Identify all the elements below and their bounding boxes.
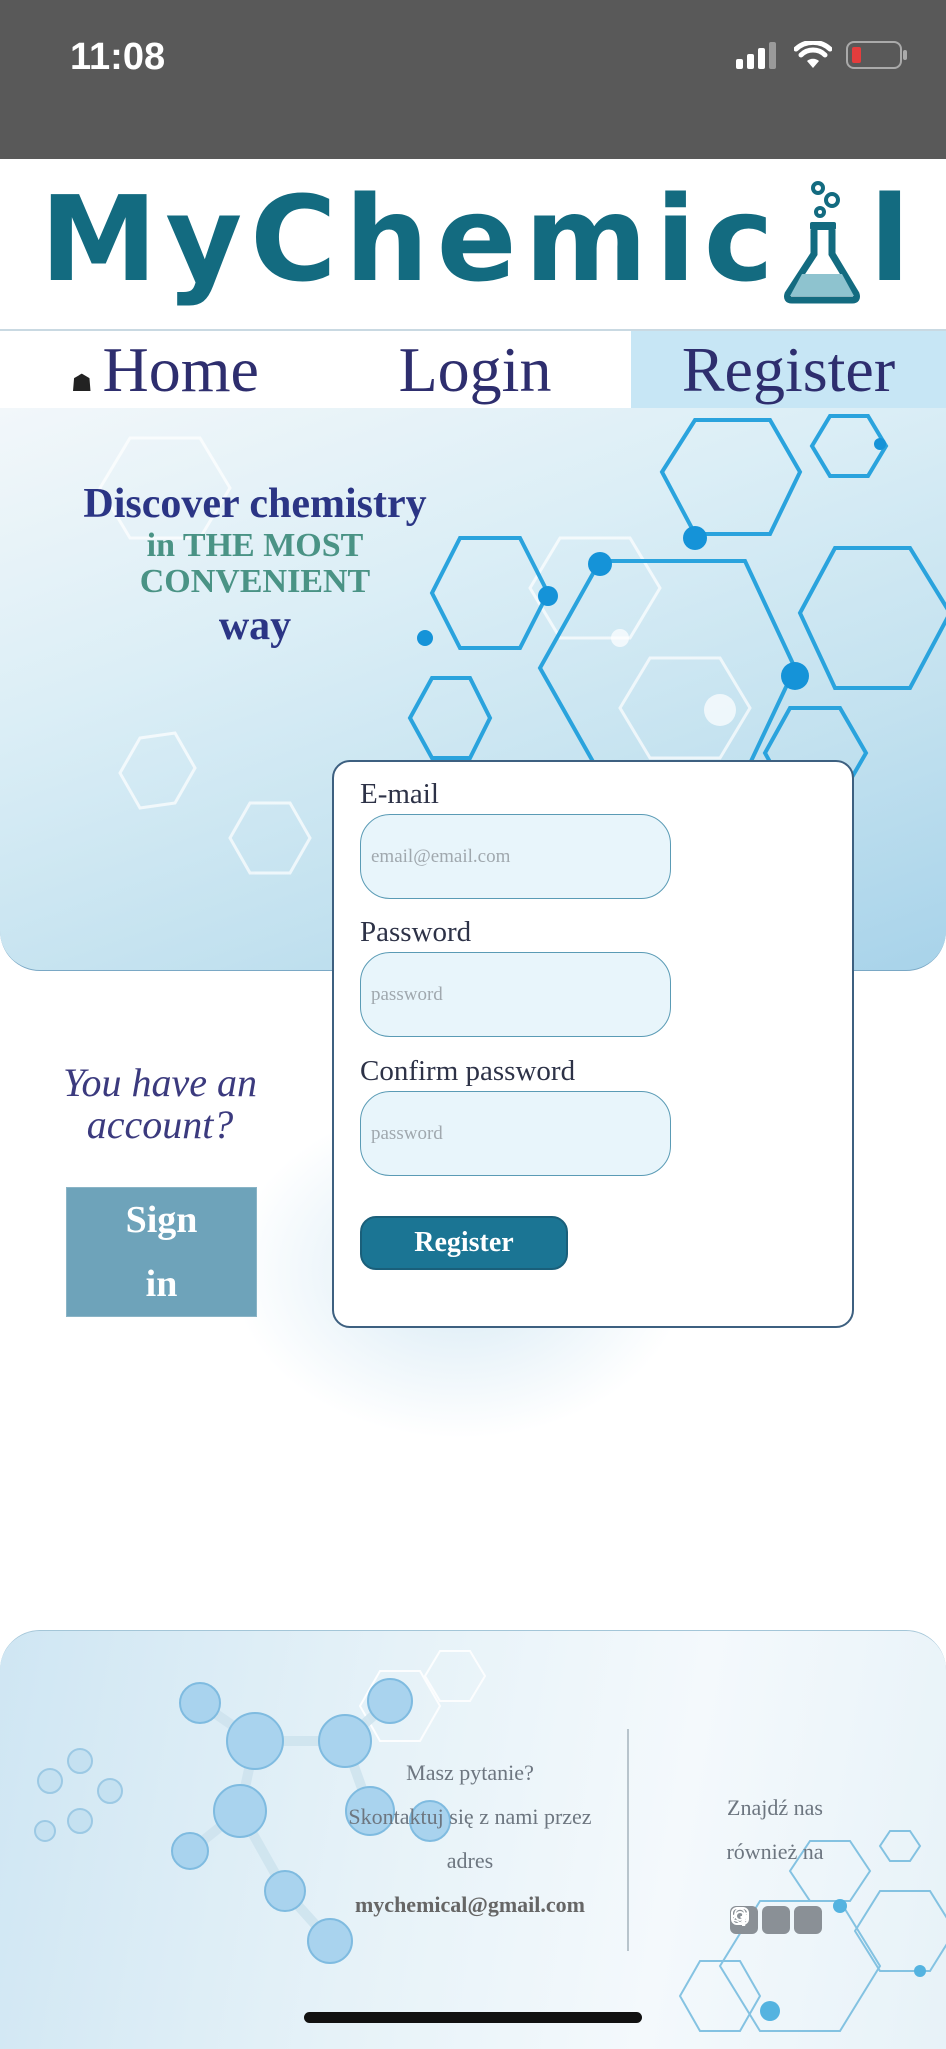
password-field[interactable]: [360, 952, 671, 1037]
nav-login-label: Login: [398, 333, 552, 405]
have-account-prompt: You have an account?: [62, 1060, 258, 1147]
confirm-password-label: Confirm password: [360, 1055, 576, 1087]
logo-letter: c: [703, 170, 774, 308]
footer-question: Masz pytanie?: [406, 1760, 534, 1785]
nav-home-label: Home: [102, 333, 259, 405]
hero-line-3: CONVENIENT: [139, 563, 371, 600]
logo-letter: M: [40, 170, 158, 308]
wifi-icon: [794, 41, 832, 68]
hero-line-4: way: [218, 603, 292, 649]
hero-line-1: Discover chemistry: [83, 481, 427, 527]
logo-letter: h: [344, 170, 429, 308]
footer-email-link[interactable]: mychemical@gmail.com: [330, 1883, 610, 1927]
instagram-icon[interactable]: [731, 1906, 790, 1934]
social-links: f: [730, 1906, 822, 1934]
footer-find-line-1: Znajdź nas: [727, 1795, 823, 1820]
home-indicator[interactable]: [304, 2012, 642, 2023]
confirm-password-field[interactable]: [360, 1091, 671, 1176]
logo-letter: C: [250, 170, 337, 308]
sign-in-button[interactable]: Sign in: [66, 1187, 257, 1317]
sign-in-label: Sign in: [125, 1199, 198, 1305]
logo-letter: i: [655, 170, 696, 308]
status-icons: [736, 40, 908, 70]
footer: Masz pytanie? Skontaktuj się z nami prze…: [0, 1630, 946, 2049]
footer-contact: Masz pytanie? Skontaktuj się z nami prze…: [330, 1751, 610, 1927]
footer-find-line-2: również na: [726, 1839, 824, 1864]
status-bar: 11:08: [0, 0, 946, 159]
main-nav: ☗ Home Login Register: [0, 329, 946, 410]
nav-register[interactable]: Register: [631, 331, 946, 408]
logo-wordmark: M y C h e m i c l: [40, 169, 910, 309]
logo-letter: y: [165, 170, 243, 308]
nav-register-label: Register: [681, 333, 896, 405]
register-button[interactable]: Register: [360, 1216, 568, 1270]
nav-login[interactable]: Login: [360, 331, 590, 408]
logo-letter: l: [869, 170, 910, 308]
hero-tagline: Discover chemistry in THE MOST CONVENIEN…: [40, 480, 470, 650]
nav-home[interactable]: ☗ Home: [50, 331, 280, 408]
status-time: 11:08: [70, 36, 166, 78]
footer-find-us: Znajdź nas również na: [700, 1786, 850, 1874]
footer-divider: [627, 1729, 629, 1951]
footer-contact-line-1: Skontaktuj się z nami przez: [348, 1804, 592, 1829]
battery-icon: [846, 41, 907, 69]
hero-line-2: in THE MOST: [146, 527, 364, 564]
password-label: Password: [360, 916, 472, 948]
logo-letter: m: [524, 170, 648, 308]
snapchat-icon[interactable]: [731, 1906, 822, 1934]
logo-letter: e: [436, 170, 517, 308]
signal-icon: [736, 42, 776, 69]
flask-icon: [783, 181, 860, 304]
register-form: E-mail Password Confirm password Registe…: [332, 760, 854, 1328]
email-label: E-mail: [360, 778, 439, 810]
footer-contact-line-2: adres: [446, 1848, 494, 1873]
email-field[interactable]: [360, 814, 671, 899]
home-icon: ☗: [71, 371, 93, 397]
logo-banner[interactable]: M y C h e m i c l: [0, 159, 946, 329]
